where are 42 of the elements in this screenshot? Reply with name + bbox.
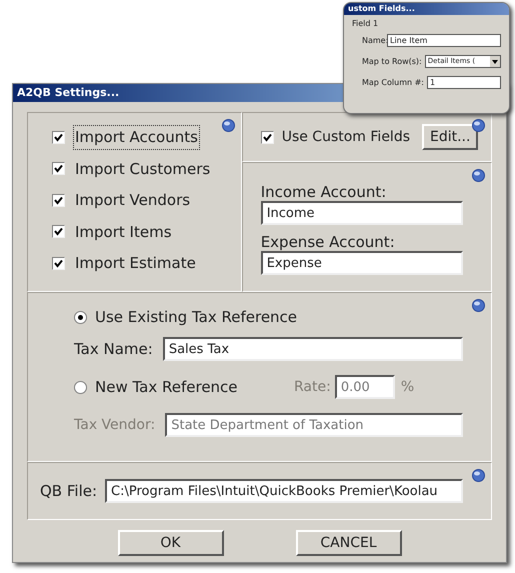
checkbox-label: Import Estimate [74,253,197,274]
help-icon[interactable] [222,119,235,132]
checkbox[interactable] [52,225,65,238]
checkbox[interactable] [52,256,65,270]
tax-name-field[interactable]: Sales Tax [162,337,463,361]
help-icon[interactable] [472,299,485,312]
help-icon[interactable] [472,169,485,182]
checkbox-label: Use Custom Fields [282,128,410,146]
account-field[interactable]: Expense [260,251,463,275]
radio-label: New Tax Reference [95,376,238,398]
help-icon[interactable] [472,119,485,132]
field-label: QB File: [40,480,98,502]
checkbox-label: Import Vendors [74,190,192,211]
field-label: Expense Account: [260,233,396,251]
checkbox-label: Import Customers [74,158,212,180]
account-field[interactable]: Income [260,201,463,225]
field-label: Tax Name: [74,338,153,360]
field-label: Income Account: [260,183,388,201]
checkbox[interactable] [52,130,65,144]
radio-button[interactable] [74,310,87,324]
checkbox[interactable] [260,130,274,144]
group-label: Field 1 [352,18,380,30]
field-label: Rate: [294,378,331,396]
window-title: ustom Fields... [348,5,415,13]
percent-label: % [400,378,414,396]
edit-button[interactable]: Edit... [422,124,478,150]
radio-label: Use Existing Tax Reference [95,306,298,328]
checkbox[interactable] [52,194,65,207]
dialog-button[interactable]: CANCEL [296,530,402,556]
checkbox-label: Import Items [74,222,173,242]
qb-file-field[interactable]: C:\Program Files\Intuit\QuickBooks Premier\Koolau [105,479,463,503]
checkbox-label: Import Accounts [73,125,200,150]
help-icon[interactable] [472,469,485,482]
window-title: A2QB Settings... [17,84,120,101]
field-label: Tax Vendor: [74,416,156,434]
dialog-button[interactable]: OK [118,530,224,556]
field-label: Map Column #: [362,76,424,88]
field-label: Map to Row(s): [362,56,422,68]
checkbox[interactable] [52,162,65,176]
name-field[interactable]: Line Item [387,34,501,47]
radio-button[interactable] [74,380,87,394]
column-field[interactable]: 1 [427,76,501,89]
